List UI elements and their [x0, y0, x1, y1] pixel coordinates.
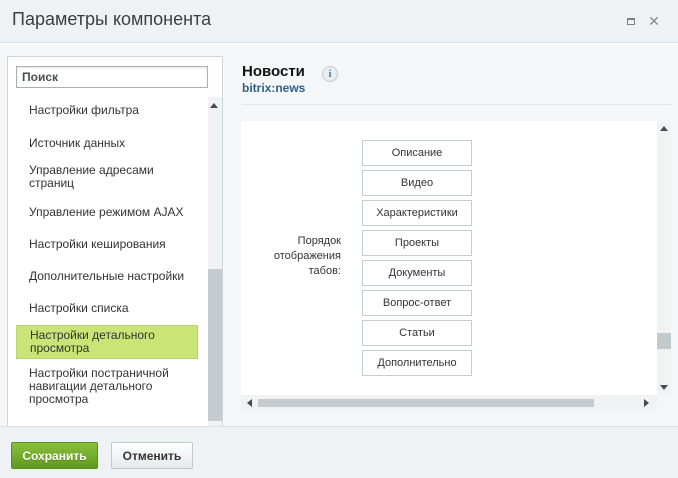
tab-order-item[interactable]: Описание	[362, 140, 472, 166]
settings-panel: Порядок отображения табов: Описание Виде…	[241, 121, 657, 410]
sidebar-item-ajax-mode[interactable]: Управление режимом AJAX	[16, 206, 198, 219]
tab-order-item[interactable]: Видео	[362, 170, 472, 196]
sidebar-item-data-source[interactable]: Источник данных	[16, 137, 198, 150]
scroll-left-arrow-icon[interactable]	[247, 399, 252, 407]
sidebar-item-page-addresses[interactable]: Управление адресами страниц	[16, 164, 198, 190]
settings-horizontal-scrollbar[interactable]	[241, 395, 657, 410]
dialog-body: Настройки фильтра Источник данных Управл…	[0, 44, 678, 461]
sidebar-scroll-thumb[interactable]	[208, 269, 222, 421]
tab-order-item[interactable]: Характеристики	[362, 200, 472, 226]
tab-order-item[interactable]: Вопрос-ответ	[362, 290, 472, 316]
tab-order-item[interactable]: Проекты	[362, 230, 472, 256]
sidebar-item-list-settings[interactable]: Настройки списка	[16, 302, 198, 315]
search-input[interactable]	[16, 66, 208, 88]
maximize-icon[interactable]	[624, 14, 638, 28]
sidebar-item-caching[interactable]: Настройки кеширования	[16, 238, 198, 251]
tab-order-item[interactable]: Статьи	[362, 320, 472, 346]
settings-vertical-scrollbar[interactable]	[657, 121, 671, 395]
dialog-footer: Сохранить Отменить	[0, 426, 678, 478]
save-button[interactable]: Сохранить	[11, 442, 98, 469]
tab-order-label: Порядок отображения табов:	[273, 235, 341, 277]
settings-vertical-scroll-thumb[interactable]	[657, 333, 671, 349]
settings-sidebar: Настройки фильтра Источник данных Управл…	[7, 56, 223, 461]
scroll-down-arrow-icon[interactable]	[660, 385, 668, 390]
info-icon[interactable]: i	[322, 66, 338, 82]
settings-horizontal-scroll-thumb[interactable]	[258, 399, 594, 407]
sidebar-item-additional-settings[interactable]: Дополнительные настройки	[16, 270, 198, 283]
scroll-right-arrow-icon[interactable]	[644, 399, 649, 407]
sidebar-item-detail-view[interactable]: Настройки детального просмотра	[16, 325, 198, 359]
cancel-button[interactable]: Отменить	[111, 442, 193, 469]
component-settings-dialog: Параметры компонента ✕ Настройки фильтра…	[0, 0, 678, 478]
tab-order-item[interactable]: Дополнительно	[362, 350, 472, 376]
search-area	[8, 57, 222, 97]
component-code: bitrix:news	[242, 81, 306, 95]
sidebar-nav-list: Настройки фильтра Источник данных Управл…	[8, 97, 208, 460]
dialog-title: Параметры компонента	[12, 9, 212, 29]
divider	[242, 104, 671, 105]
sidebar-item-filter-settings[interactable]: Настройки фильтра	[16, 104, 198, 117]
scroll-up-arrow-icon[interactable]	[210, 103, 218, 108]
dialog-titlebar: Параметры компонента ✕	[0, 0, 678, 43]
component-name: Новости	[242, 63, 305, 80]
sidebar-scrollbar[interactable]	[208, 97, 222, 460]
sidebar-item-detail-pagination[interactable]: Настройки постраничной навигации детальн…	[16, 367, 198, 406]
tab-order-item[interactable]: Документы	[362, 260, 472, 286]
scroll-up-arrow-icon[interactable]	[660, 126, 668, 131]
close-icon[interactable]: ✕	[647, 14, 661, 28]
